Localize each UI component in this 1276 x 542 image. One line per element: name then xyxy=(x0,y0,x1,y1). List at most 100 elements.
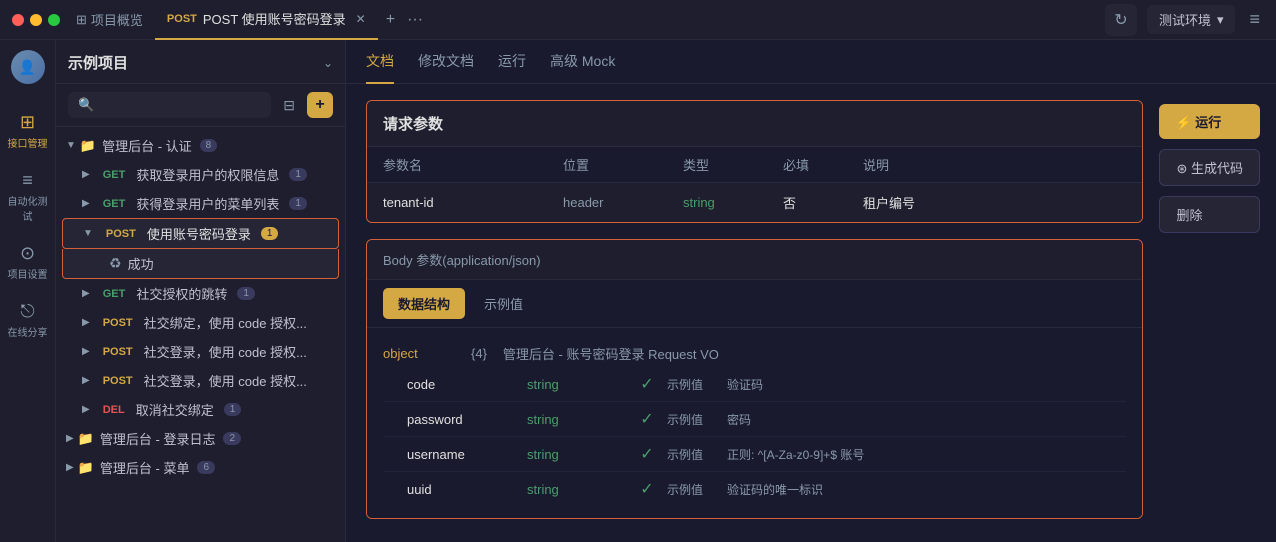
field-type-uuid: string xyxy=(527,482,627,497)
grid-icon: ⊞ xyxy=(76,12,87,28)
object-count: {4} xyxy=(471,346,487,361)
field-name-username: username xyxy=(407,447,527,462)
tab-doc[interactable]: 文档 xyxy=(366,40,394,84)
field-example-val-code: 验证码 xyxy=(727,376,1126,393)
method-post-badge: POST xyxy=(101,227,141,241)
body-tabs: 数据结构 示例值 xyxy=(367,280,1142,328)
avatar[interactable]: 👤 xyxy=(11,50,45,84)
add-tab-button[interactable]: + xyxy=(382,7,399,33)
traffic-lights xyxy=(12,14,60,26)
folder-icon: 📁 xyxy=(80,138,96,154)
api-item-get-permissions[interactable]: ▶ GET 获取登录用户的权限信息 1 xyxy=(56,160,345,189)
env-selector[interactable]: 测试环境 ▾ xyxy=(1147,5,1236,34)
method-post-badge: POST xyxy=(98,316,138,330)
project-overview-tab[interactable]: ⊞ 项目概览 xyxy=(76,10,143,29)
body-tab-data-structure[interactable]: 数据结构 xyxy=(383,288,465,319)
sidebar-item-auto-test[interactable]: ≡ 自动化测试 xyxy=(4,162,52,231)
check-circle-icon: ✓ xyxy=(640,479,653,499)
tab-advanced-mock[interactable]: 高级 Mock xyxy=(550,40,615,84)
api-item-post-social-login2[interactable]: ▶ POST 社交登录，使用 code 授权... xyxy=(56,366,345,395)
add-button[interactable]: + xyxy=(307,92,333,118)
codegen-button[interactable]: ⊛ 生成代码 xyxy=(1159,149,1260,186)
body-section-header: Body 参数(application/json) xyxy=(367,240,1142,280)
app-body: 👤 ⊞ 接口管理 ≡ 自动化测试 ⊙ 项目设置 ⎋ 在线分享 示例项目 ⌄ xyxy=(0,40,1276,542)
check-circle-icon: ✓ xyxy=(640,374,653,394)
field-row-username: username string ✓ 示例值 正则: ^[A-Za-z0-9]+$… xyxy=(383,437,1126,472)
field-example-label: 示例值 xyxy=(667,411,727,428)
refresh-button[interactable]: ↻ xyxy=(1105,4,1137,36)
field-check-password: ✓ xyxy=(627,409,667,429)
field-type-code: string xyxy=(527,377,627,392)
param-position: header xyxy=(563,195,683,210)
search-input[interactable] xyxy=(100,98,261,113)
field-check-uuid: ✓ xyxy=(627,479,667,499)
field-row-code: code string ✓ 示例值 验证码 xyxy=(383,367,1126,402)
sidebar-item-api-manage[interactable]: ⊞ 接口管理 xyxy=(4,104,52,158)
delete-button[interactable]: 删除 xyxy=(1159,196,1260,233)
maximize-button[interactable] xyxy=(48,14,60,26)
close-button[interactable] xyxy=(12,14,24,26)
field-example-val-password: 密码 xyxy=(727,411,1126,428)
search-icon: 🔍 xyxy=(78,97,94,113)
main-content: 文档 修改文档 运行 高级 Mock 请求参数 参数名 位置 类型 xyxy=(346,40,1276,542)
method-get-badge: GET xyxy=(98,168,131,182)
folder-item-login-log[interactable]: ▶ 📁 管理后台 - 登录日志 2 xyxy=(56,424,345,453)
tab-close-icon[interactable]: ✕ xyxy=(356,12,366,26)
chevron-down-icon: ▾ xyxy=(1217,12,1224,28)
field-name-code: code xyxy=(407,377,527,392)
menu-icon[interactable]: ≡ xyxy=(1245,5,1264,34)
app-wrapper: ⊞ 项目概览 POST POST 使用账号密码登录 ✕ + ··· ↻ 测试环境… xyxy=(0,0,1276,542)
tab-run[interactable]: 运行 xyxy=(498,40,526,84)
run-button[interactable]: ⚡ 运行 xyxy=(1159,104,1260,139)
project-settings-icon: ⊙ xyxy=(20,243,35,264)
sub-item-success[interactable]: ♻ 成功 xyxy=(62,249,339,279)
object-desc: 管理后台 - 账号密码登录 Request VO xyxy=(503,344,719,363)
api-item-post-social-bind[interactable]: ▶ POST 社交绑定，使用 code 授权... xyxy=(56,308,345,337)
param-description: 租户编号 xyxy=(863,193,1126,212)
active-tab[interactable]: POST POST 使用账号密码登录 ✕ xyxy=(155,0,378,40)
minimize-button[interactable] xyxy=(30,14,42,26)
filter-icon[interactable]: ⊟ xyxy=(279,93,299,118)
field-check-code: ✓ xyxy=(627,374,667,394)
method-post-badge: POST xyxy=(98,345,138,359)
field-row-password: password string ✓ 示例值 密码 xyxy=(383,402,1126,437)
api-item-get-oauth-redirect[interactable]: ▶ GET 社交授权的跳转 1 xyxy=(56,279,345,308)
folder-item-menu[interactable]: ▶ 📁 管理后台 - 菜单 6 xyxy=(56,453,345,482)
api-item-post-social-login1[interactable]: ▶ POST 社交登录，使用 code 授权... xyxy=(56,337,345,366)
nav-panel: 示例项目 ⌄ 🔍 ⊟ + ▼ 📁 管理后台 - 认证 8 xyxy=(56,40,346,542)
params-table: 参数名 位置 类型 必填 说明 tenant-id header string … xyxy=(367,147,1142,222)
col-header-type: 类型 xyxy=(683,155,783,174)
tab-bar: ⊞ 项目概览 POST POST 使用账号密码登录 ✕ + ··· ↻ 测试环境… xyxy=(76,0,1264,40)
body-tab-example[interactable]: 示例值 xyxy=(469,288,538,319)
share-icon: ⎋ xyxy=(20,301,34,322)
field-example-val-uuid: 验证码的唯一标识 xyxy=(727,481,1126,498)
sidebar-item-project-settings[interactable]: ⊙ 项目设置 xyxy=(4,235,52,289)
folder-item-auth[interactable]: ▼ 📁 管理后台 - 认证 8 xyxy=(56,131,345,160)
body-content: object {4} 管理后台 - 账号密码登录 Request VO code… xyxy=(367,328,1142,518)
check-circle-icon: ✓ xyxy=(640,444,653,464)
sidebar-item-share[interactable]: ⎋ 在线分享 xyxy=(4,293,52,347)
field-example-val-username: 正则: ^[A-Za-z0-9]+$ 账号 xyxy=(727,446,1126,463)
folder-icon: 📁 xyxy=(78,460,94,476)
more-tabs-icon[interactable]: ··· xyxy=(403,7,427,33)
success-icon: ♻ xyxy=(109,255,122,272)
tab-edit-doc[interactable]: 修改文档 xyxy=(418,40,474,84)
field-example-label: 示例值 xyxy=(667,446,727,463)
table-head: 参数名 位置 类型 必填 说明 xyxy=(367,147,1142,183)
col-header-description: 说明 xyxy=(863,155,889,174)
field-name-uuid: uuid xyxy=(407,482,527,497)
api-item-post-login[interactable]: ▼ POST 使用账号密码登录 1 xyxy=(62,218,339,249)
project-title: 示例项目 xyxy=(68,52,317,73)
post-label: POST xyxy=(167,13,197,25)
folder-icon: 📁 xyxy=(78,431,94,447)
section-header-request-params: 请求参数 xyxy=(367,101,1142,147)
field-example-label: 示例值 xyxy=(667,376,727,393)
api-item-get-menu[interactable]: ▶ GET 获得登录用户的菜单列表 1 xyxy=(56,189,345,218)
nav-list: ▼ 📁 管理后台 - 认证 8 ▶ GET 获取登录用户的权限信息 1 ▶ GE… xyxy=(56,127,345,542)
content-body: 请求参数 参数名 位置 类型 必填 说明 tenant-id xyxy=(346,84,1276,542)
project-chevron-icon[interactable]: ⌄ xyxy=(323,56,333,70)
method-post-badge: POST xyxy=(98,374,138,388)
api-item-del-social-bind[interactable]: ▶ DEL 取消社交绑定 1 xyxy=(56,395,345,424)
param-name: tenant-id xyxy=(383,195,563,210)
field-type-username: string xyxy=(527,447,627,462)
